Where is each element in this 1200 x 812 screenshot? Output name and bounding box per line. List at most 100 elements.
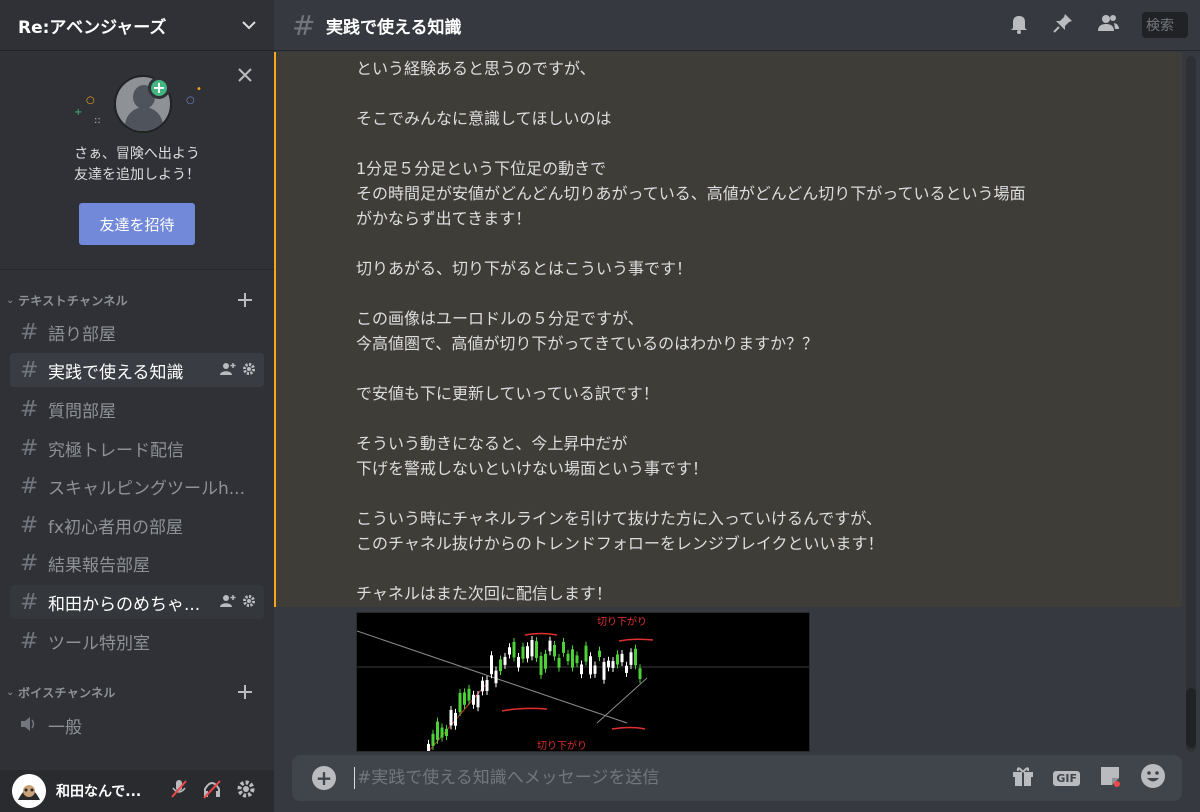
- chart-candle: [499, 659, 502, 672]
- message-line: [356, 481, 1136, 506]
- locked-hash-icon: #: [20, 628, 39, 654]
- scrollbar[interactable]: [1186, 56, 1196, 752]
- chart-annotation-mark: [618, 638, 654, 642]
- chart-candle: [620, 653, 624, 663]
- channel-item[interactable]: # 質問部屋: [10, 392, 264, 426]
- chart-candle: [467, 688, 471, 701]
- sparkle-icon: ○: [186, 95, 195, 106]
- chart-candle: [476, 695, 480, 708]
- chart-candle: [508, 647, 511, 655]
- channel-item[interactable]: # スキャルピングツールh...: [10, 469, 264, 503]
- chart-candle: [611, 661, 615, 668]
- invite-text: さぁ、冒険へ出よう 友達を追加しよう！: [0, 144, 274, 186]
- chart-annotation-label: 切り下がり: [537, 739, 587, 751]
- sparkle-icon: +: [74, 107, 83, 118]
- chart-candle: [607, 660, 610, 668]
- caret-down-icon: ⌄: [6, 686, 15, 698]
- invite-friends-button[interactable]: 友達を招待: [79, 203, 195, 245]
- message-line: 1分足５分足という下位足の動きで: [356, 159, 607, 178]
- channel-item[interactable]: # 究極トレード配信: [10, 431, 264, 465]
- channel-header: # 実践で使える知識 検索: [274, 0, 1200, 51]
- message-input[interactable]: #実践で使える知識へメッセージを送信: [354, 767, 1011, 789]
- deafen-headphones-icon[interactable]: [202, 779, 222, 803]
- chart-candle: [575, 655, 579, 664]
- message-composer: + #実践で使える知識へメッセージを送信 GIF: [292, 755, 1182, 801]
- channel-item-unread[interactable]: # 和田からのめちゃ...: [10, 585, 264, 619]
- chart-candle: [436, 721, 439, 740]
- chart-image-attachment[interactable]: 切り下がり 切り下がり: [356, 612, 810, 752]
- server-header[interactable]: Re:アベンジャーズ: [0, 0, 274, 51]
- invite-member-icon[interactable]: [220, 593, 236, 612]
- bell-icon[interactable]: [1008, 12, 1030, 38]
- search-input[interactable]: 検索: [1142, 12, 1188, 38]
- avatar[interactable]: [12, 774, 46, 808]
- chart-candle: [472, 694, 475, 705]
- sparkle-icon: •: [196, 84, 202, 95]
- message-line: この画像はユーロドルの５分足ですが、: [356, 309, 644, 328]
- hash-icon: #: [20, 396, 39, 422]
- add-channel-icon[interactable]: [234, 293, 256, 307]
- user-panel: 和田なんで...: [0, 770, 274, 812]
- chart-candle: [494, 670, 498, 684]
- message-content: という経験あると思うのですが、 そこでみんなに意識してほしいのは 1分足５分足という…: [356, 56, 1136, 606]
- chart-trendline: [596, 677, 648, 724]
- message-line: そういう動きになると、今上昇中だが: [356, 434, 628, 453]
- invite-member-icon[interactable]: [220, 361, 236, 380]
- invite-card: ○ + :: ○ • + さぁ、冒険へ出よう 友達を追加しよう！ 友達を招待: [0, 52, 274, 270]
- hash-icon: #: [20, 319, 39, 345]
- channel-item-locked[interactable]: # ツール特別室: [10, 624, 264, 658]
- chart-candle: [535, 641, 538, 658]
- invite-line2: 友達を追加しよう！: [74, 167, 200, 183]
- gift-icon[interactable]: [1011, 765, 1035, 791]
- hash-icon: #: [20, 473, 39, 499]
- message-line: [356, 406, 1136, 431]
- upload-plus-icon[interactable]: +: [312, 766, 336, 790]
- chart-candle: [625, 665, 628, 673]
- chart-candle: [562, 641, 565, 653]
- members-icon[interactable]: [1096, 12, 1120, 38]
- category-text-channels[interactable]: ⌄ テキストチャンネル: [0, 290, 274, 310]
- chart-candle: [512, 641, 516, 658]
- gear-icon[interactable]: [242, 361, 256, 380]
- chart-candle: [553, 644, 556, 657]
- message-line: このチャネル抜けからのトレンドフォローをレンジブレイクといいます！: [356, 534, 884, 553]
- channel-item[interactable]: # 結果報告部屋: [10, 546, 264, 580]
- category-voice-channels[interactable]: ⌄ ボイスチャンネル: [0, 682, 274, 702]
- category-label: ボイスチャンネル: [18, 685, 116, 700]
- chart-candle: [584, 645, 588, 662]
- voice-channel-item[interactable]: 一般: [10, 708, 264, 742]
- chart-candle: [530, 640, 534, 657]
- category-label: テキストチャンネル: [18, 293, 128, 308]
- channel-item[interactable]: # fx初心者用の部屋: [10, 508, 264, 542]
- message-line: [356, 231, 1136, 256]
- channel-label: 究極トレード配信: [48, 440, 184, 461]
- pin-icon[interactable]: [1052, 12, 1074, 38]
- gif-button[interactable]: GIF: [1053, 770, 1080, 786]
- mute-microphone-icon[interactable]: [170, 779, 188, 803]
- chart-candle: [638, 668, 642, 680]
- chart-candle: [449, 709, 453, 726]
- message-line: 切りあがる、切り下がるとはこういう事です！: [356, 259, 693, 278]
- chart-candle: [557, 657, 561, 668]
- channel-item-active[interactable]: # 実践で使える知識: [10, 353, 264, 387]
- hash-icon: #: [20, 435, 39, 461]
- close-icon[interactable]: [234, 64, 256, 86]
- chevron-down-icon[interactable]: [238, 14, 260, 36]
- message-line: そこでみんなに意識してほしいのは: [356, 109, 612, 128]
- channel-item[interactable]: # 語り部屋: [10, 315, 264, 349]
- message-line: [356, 131, 1136, 156]
- chart-candle: [521, 646, 525, 659]
- emoji-icon[interactable]: [1140, 763, 1166, 793]
- sticker-icon[interactable]: [1098, 764, 1122, 792]
- channel-label: スキャルピングツールh...: [48, 478, 245, 499]
- gear-icon[interactable]: [242, 593, 256, 612]
- chart-candle: [526, 646, 529, 659]
- sparkle-icon: ○: [86, 95, 95, 106]
- hash-icon: #: [20, 550, 39, 576]
- message-line: その時間足が安値がどんどん切りあがっている、高値がどんどん切り下がっているという…: [356, 184, 1026, 203]
- chart-candle: [602, 661, 606, 680]
- chart-annotation-mark: [611, 726, 646, 730]
- user-settings-gear-icon[interactable]: [236, 779, 256, 803]
- scrollbar-thumb[interactable]: [1186, 688, 1196, 748]
- add-channel-icon[interactable]: [234, 685, 256, 699]
